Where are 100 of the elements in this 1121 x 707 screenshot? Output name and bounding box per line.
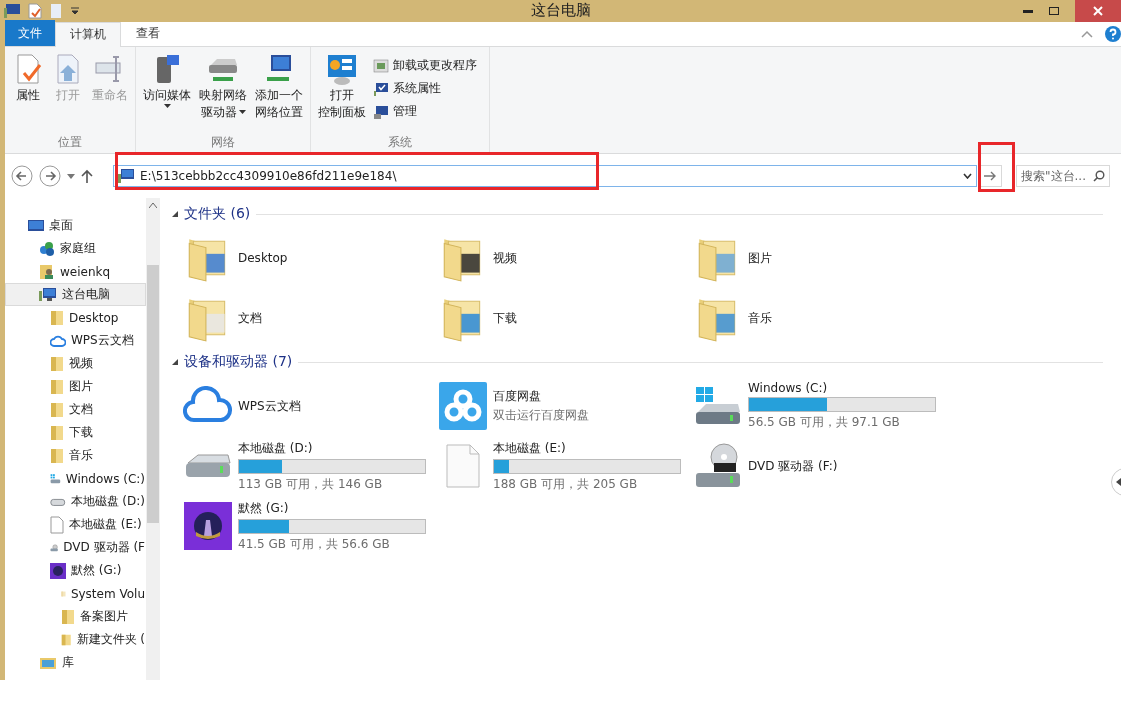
folder-item[interactable]: 图片 [692,230,947,286]
scroll-up-icon[interactable] [149,202,157,208]
recent-dropdown-icon[interactable] [67,173,75,179]
group-label: 系统 [387,134,413,151]
file-menu-button[interactable]: 文件 [5,20,55,46]
drive-icon [694,386,742,426]
close-icon [1093,6,1103,16]
folder-item[interactable]: 视频 [437,230,692,286]
minimize-icon[interactable] [1023,8,1033,14]
folder-icon [50,424,64,441]
folder-item[interactable]: 音乐 [692,290,947,346]
computer-icon [118,169,134,183]
up-arrow-icon[interactable] [81,169,93,183]
computer-icon [4,4,20,18]
help-icon[interactable] [1105,26,1121,42]
computer-manage-icon [373,103,389,120]
dropdown-icon[interactable] [70,6,80,16]
maximize-icon[interactable] [1049,7,1059,15]
tree-item[interactable]: WPS云文档 [5,329,146,352]
tree-item[interactable]: 图片 [5,375,146,398]
folder-icon [50,355,64,372]
tree-item[interactable]: Desktop [5,306,146,329]
tree-item[interactable]: 默然 (G:) [5,559,146,582]
homegroup-icon [39,240,55,257]
section-header[interactable]: 设备和驱动器 (7) [184,353,293,371]
dvd-drive-icon [694,443,742,489]
collapse-triangle-icon[interactable] [172,211,178,217]
folder-icon [50,309,64,326]
ribbon-button[interactable]: 添加一个 网络位置 [252,51,306,123]
tree-item[interactable]: 新建文件夹 ( [5,628,146,651]
scrollbar[interactable] [146,198,160,680]
control-panel-icon [326,53,358,85]
folder-icon [50,3,62,19]
folder-icon [61,608,75,625]
caret-left-icon [1116,478,1121,486]
file-icon [446,444,480,488]
tree-item[interactable]: weienkq [5,260,146,283]
window-title: 这台电脑 [530,1,591,20]
forward-icon[interactable] [39,165,61,187]
search-icon [1093,170,1105,182]
tree-item[interactable]: 备案图片 [5,605,146,628]
group-label: 网络 [210,134,236,151]
tree-item[interactable]: 本地磁盘 (E:) [5,513,146,536]
ribbon-button[interactable]: 管理 [371,101,479,122]
folder-icon [50,378,64,395]
ribbon-tab[interactable]: 计算机 [55,22,121,47]
tree-item[interactable]: System Volu [5,582,146,605]
back-icon[interactable] [11,165,33,187]
tree-item[interactable]: Windows (C:) [5,467,146,490]
search-field[interactable]: 搜索"这台... [1016,165,1110,187]
tree-item[interactable]: 家庭组 [5,237,146,260]
monitor-icon [28,218,44,233]
folder-item[interactable]: Desktop [182,230,437,286]
tree-item[interactable]: DVD 驱动器 (F [5,536,146,559]
drive-item[interactable]: 本地磁盘 (E:) 188 GB 可用，共 205 GB [437,438,692,494]
drive-item[interactable]: DVD 驱动器 (F:) [692,438,947,494]
ribbon-button[interactable]: 打开 控制面板 [315,51,369,123]
close-button[interactable] [1075,0,1121,22]
drive-item[interactable]: WPS云文档 [182,378,437,434]
highlight-box [978,142,1015,192]
drive-avatar-icon [50,562,66,579]
drive-item[interactable]: 默然 (G:) 41.5 GB 可用，共 56.6 GB [182,498,437,554]
address-field[interactable]: E:\513cebbb2cc4309910e86fd211e9e184\ [113,165,977,187]
ribbon-button[interactable]: 属性 [9,51,47,106]
app-icon [439,382,487,430]
ribbon-button[interactable]: 映射网络 驱动器 [196,51,250,123]
drive-icon [50,496,66,507]
monitor-check-icon [373,80,389,97]
drive-item[interactable]: 本地磁盘 (D:) 113 GB 可用，共 146 GB [182,438,437,494]
ribbon-button[interactable]: 卸载或更改程序 [371,55,479,76]
tree-item[interactable]: 本地磁盘 (D:) [5,490,146,513]
tree-item[interactable]: 下载 [5,421,146,444]
tree-item[interactable]: 桌面 [5,214,146,237]
folder-icon [50,447,64,464]
group-label: 位置 [57,134,83,151]
folder-icon [50,401,64,418]
ribbon-tab[interactable]: 查看 [121,21,175,46]
arrow-right-icon [984,171,996,181]
cloud-icon [50,333,66,348]
collapse-triangle-icon[interactable] [172,359,178,365]
collapse-ribbon-icon[interactable] [1081,30,1093,38]
computer-icon [39,287,57,302]
dropdown-icon[interactable] [963,173,972,179]
tree-item[interactable]: 这台电脑 [5,283,146,306]
drive-item[interactable]: Windows (C:) 56.5 GB 可用，共 97.1 GB [692,378,947,434]
avatar-icon [184,502,232,550]
drive-item[interactable]: 百度网盘 双击运行百度网盘 [437,378,692,434]
ribbon-button[interactable]: 系统属性 [371,78,479,99]
folder-item[interactable]: 下载 [437,290,692,346]
section-header[interactable]: 文件夹 (6) [184,205,251,223]
folder-item[interactable]: 文档 [182,290,437,346]
checked-page-icon [28,3,42,19]
tree-item[interactable]: 文档 [5,398,146,421]
library-icon [39,655,57,670]
program-icon [373,57,389,74]
ribbon-button[interactable]: 访问媒体 [140,51,194,110]
tree-item[interactable]: 视频 [5,352,146,375]
tree-item[interactable]: 库 [5,651,146,674]
user-folder-icon [39,263,55,280]
tree-item[interactable]: 音乐 [5,444,146,467]
